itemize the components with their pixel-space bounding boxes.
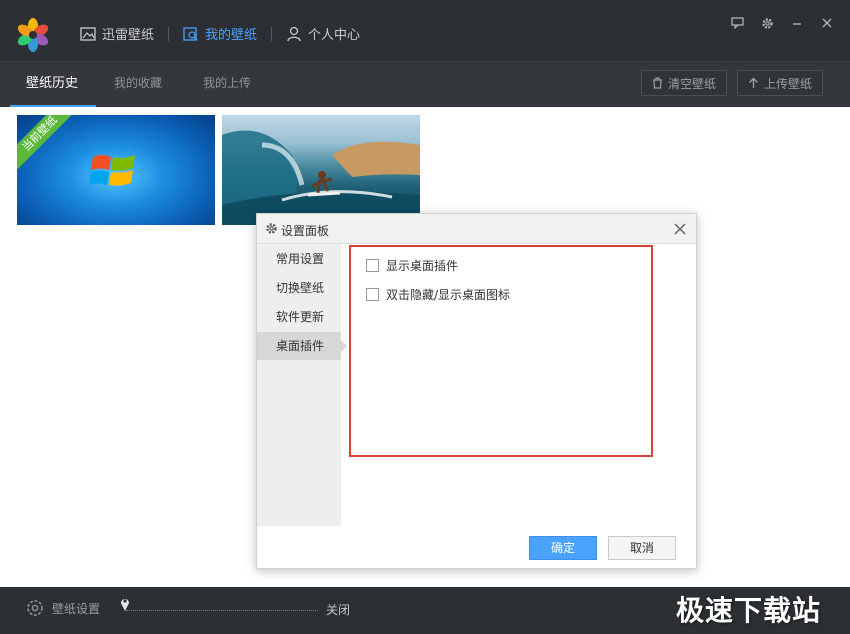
- gear-icon[interactable]: [760, 16, 774, 30]
- checkbox[interactable]: [366, 288, 379, 301]
- watermark-text: 极速下载站: [676, 594, 822, 627]
- nav-my-wallpaper[interactable]: 我的壁纸: [183, 24, 257, 43]
- clear-wallpaper-button[interactable]: 清空壁纸: [641, 70, 728, 96]
- user-icon: [287, 26, 301, 41]
- dialog-title: 设置面板: [281, 224, 330, 238]
- wallpaper-settings-label: 壁纸设置: [52, 601, 101, 616]
- minimize-icon[interactable]: [790, 16, 804, 30]
- subtab-bar: 壁纸历史 我的收藏 我的上传 清空壁纸 上传壁纸: [0, 62, 850, 107]
- slider-value-label: 关闭: [326, 603, 351, 617]
- checkbox[interactable]: [366, 259, 379, 272]
- sidebar-item-software-update[interactable]: 软件更新: [257, 303, 341, 331]
- interval-slider[interactable]: [126, 610, 318, 611]
- settings-dialog: 设置面板 常用设置 切换壁纸 软件更新 桌面插件 显示桌面插件 双击隐藏/显示桌…: [256, 213, 697, 569]
- cancel-button[interactable]: 取消: [608, 536, 676, 560]
- main-nav: 迅雷壁纸 我的壁纸 个人中心: [80, 24, 360, 43]
- wallpaper-thumbnail-surf[interactable]: [222, 115, 420, 225]
- tab-wallpaper-history[interactable]: 壁纸历史: [26, 62, 78, 107]
- nav-divider: [271, 26, 273, 41]
- feedback-icon[interactable]: [730, 16, 744, 30]
- tab-my-favorites[interactable]: 我的收藏: [114, 62, 162, 107]
- sidebar-item-general[interactable]: 常用设置: [257, 245, 341, 273]
- nav-label: 我的壁纸: [205, 28, 258, 43]
- option-label: 显示桌面插件: [386, 259, 459, 273]
- wallpaper-thumbnail-current[interactable]: 当前壁纸: [17, 115, 215, 225]
- sidebar-item-switch-wallpaper[interactable]: 切换壁纸: [257, 274, 341, 302]
- trash-icon: [653, 77, 662, 89]
- settings-gear-icon: [27, 600, 43, 616]
- sidebar-item-label: 桌面插件: [276, 339, 325, 353]
- tab-my-uploads[interactable]: 我的上传: [203, 62, 251, 107]
- wallpaper-settings-button[interactable]: 壁纸设置: [26, 599, 100, 617]
- image-icon: [80, 26, 96, 41]
- my-wallpaper-icon: [183, 26, 198, 41]
- upload-wallpaper-label: 上传壁纸: [764, 76, 813, 91]
- upload-icon: [749, 77, 758, 88]
- upload-wallpaper-button[interactable]: 上传壁纸: [737, 70, 824, 96]
- active-arrow: [341, 340, 347, 352]
- close-icon[interactable]: [672, 221, 688, 237]
- highlight-box: [349, 245, 653, 457]
- nav-divider: [168, 26, 170, 41]
- nav-personal-center[interactable]: 个人中心: [286, 24, 360, 43]
- option-label: 双击隐藏/显示桌面图标: [386, 288, 511, 302]
- nav-xunlei-wallpaper[interactable]: 迅雷壁纸: [80, 24, 154, 43]
- nav-label: 个人中心: [308, 28, 361, 43]
- clear-wallpaper-label: 清空壁纸: [668, 76, 717, 91]
- current-wallpaper-ribbon: 当前壁纸: [17, 115, 79, 173]
- surf-wave-image: [222, 130, 420, 225]
- option-double-click-hide-icons[interactable]: 双击隐藏/显示桌面图标: [366, 286, 510, 303]
- title-bar: 迅雷壁纸 我的壁纸 个人中心: [0, 0, 850, 62]
- windows-logo-icon: [89, 155, 135, 186]
- ok-button[interactable]: 确定: [529, 536, 597, 560]
- gear-icon: [266, 223, 277, 234]
- app-logo: [17, 18, 49, 52]
- dialog-title-bar: 设置面板: [257, 214, 696, 244]
- window-controls: [730, 16, 834, 30]
- nav-label: 迅雷壁纸: [102, 28, 155, 43]
- sidebar-item-desktop-plugin[interactable]: 桌面插件: [257, 332, 347, 360]
- close-icon[interactable]: [820, 16, 834, 30]
- option-show-desktop-plugin[interactable]: 显示桌面插件: [366, 257, 458, 274]
- settings-sidebar: 常用设置 切换壁纸 软件更新 桌面插件: [257, 244, 347, 526]
